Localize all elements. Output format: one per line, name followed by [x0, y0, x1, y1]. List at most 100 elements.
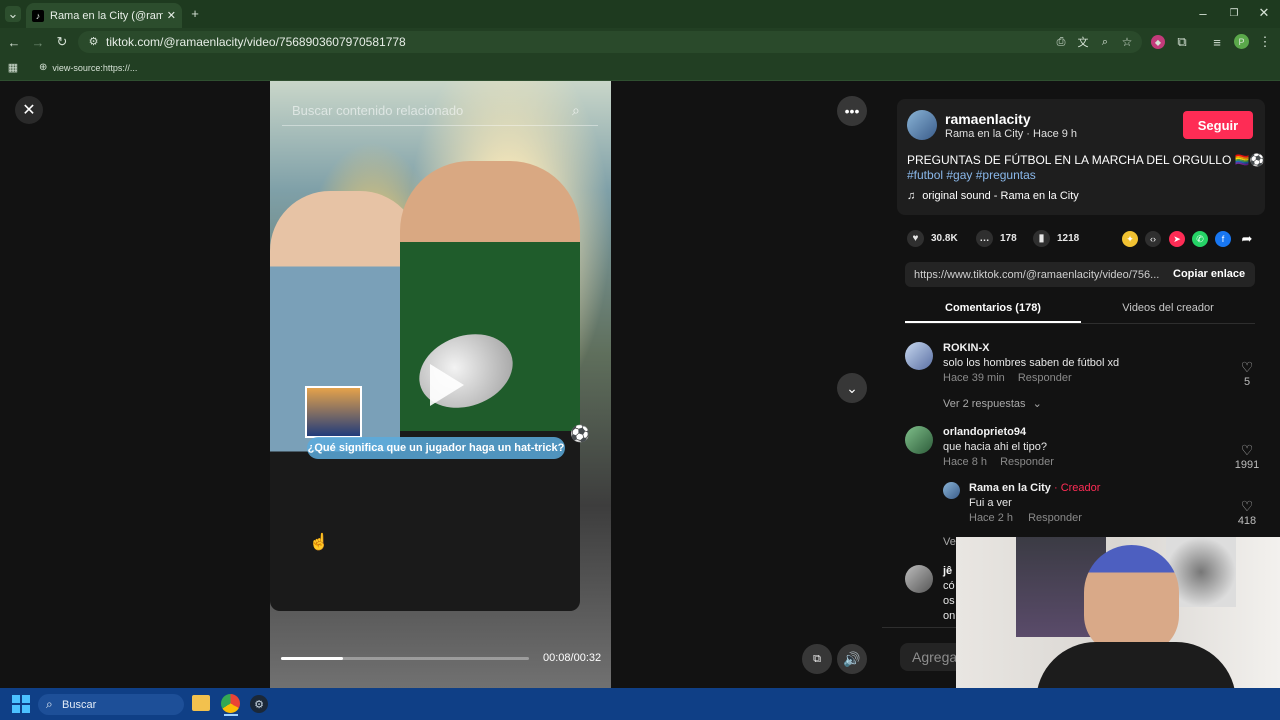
- related-search-input[interactable]: Buscar contenido relacionado ⌕: [282, 96, 598, 126]
- browser-menu-icon[interactable]: ⋮: [1259, 34, 1272, 49]
- post-link-box[interactable]: https://www.tiktok.com/@ramaenlacity/vid…: [905, 262, 1255, 287]
- comment-meta: Hace 39 min Responder: [943, 372, 1223, 384]
- facebook-icon[interactable]: f: [1215, 231, 1231, 247]
- tab-creator-videos[interactable]: Videos del creador: [1081, 302, 1255, 314]
- creator-badge: · Creador: [1053, 482, 1101, 494]
- more-options-button[interactable]: •••: [837, 96, 867, 126]
- tab-title: Rama en la City (@ramaenlacity: [50, 9, 163, 22]
- reading-list-icon[interactable]: ≡: [1210, 35, 1224, 50]
- pip-icon: ⧉: [813, 652, 821, 665]
- extension-icon[interactable]: ◆: [1151, 35, 1165, 49]
- reply-avatar[interactable]: [943, 482, 960, 499]
- add-comment-input[interactable]: Agrega: [900, 643, 960, 671]
- post-description: PREGUNTAS DE FÚTBOL EN LA MARCHA DEL ORG…: [907, 153, 1265, 167]
- share-arrow-icon[interactable]: ➦: [1239, 231, 1255, 247]
- reply-meta: Hace 2 h Responder: [969, 512, 1219, 524]
- heart-outline-icon: ♡: [1240, 359, 1254, 375]
- embed-icon[interactable]: ‹›: [1145, 231, 1161, 247]
- post-link: https://www.tiktok.com/@ramaenlacity/vid…: [914, 268, 1160, 281]
- view-replies-button[interactable]: Ver 2 respuestas ⌄: [943, 397, 1042, 410]
- profile-avatar[interactable]: P: [1234, 34, 1249, 49]
- like-action[interactable]: ♥ 30.8K: [907, 230, 958, 247]
- close-icon: ✕: [22, 102, 36, 119]
- new-tab-icon[interactable]: +: [188, 6, 202, 21]
- video-caption: ¿Qué significa que un jugador haga un ha…: [307, 437, 565, 459]
- streamer-head: [1084, 545, 1179, 655]
- commenter-avatar[interactable]: [905, 565, 933, 593]
- comment-count: 178: [1000, 233, 1017, 244]
- close-video-button[interactable]: ✕: [15, 96, 43, 124]
- minimize-icon[interactable]: –: [1196, 6, 1210, 21]
- author-username[interactable]: ramaenlacity: [945, 111, 1031, 127]
- comment-like-count: 5: [1243, 376, 1251, 388]
- sound-link[interactable]: ♫ original sound - Rama en la City: [907, 190, 1079, 202]
- whatsapp-icon[interactable]: ✆: [1192, 231, 1208, 247]
- windows-start-icon[interactable]: [12, 695, 30, 713]
- chevron-down-icon: ⌄: [1032, 398, 1042, 410]
- bookmark-star-icon[interactable]: ☆: [1120, 35, 1134, 49]
- next-video-button[interactable]: ⌄: [837, 373, 867, 403]
- file-explorer-icon[interactable]: [192, 695, 210, 711]
- chrome-icon[interactable]: [221, 694, 240, 713]
- comment-action[interactable]: … 178: [976, 230, 1017, 247]
- tab-comments[interactable]: Comentarios (178): [905, 302, 1081, 323]
- taskbar-search-label: Buscar: [62, 698, 97, 711]
- heart-outline-icon: ♡: [1240, 442, 1254, 458]
- commenter-avatar[interactable]: [905, 342, 933, 370]
- comment-like[interactable]: ♡ 1991: [1231, 442, 1263, 471]
- reply-author[interactable]: Rama en la City: [969, 482, 1051, 494]
- soccer-ball-icon: ⚽: [570, 426, 590, 443]
- tiktok-icon: ♪: [32, 9, 44, 22]
- comment-author[interactable]: ROKIN-X: [943, 342, 1223, 354]
- volume-icon: 🔊: [843, 650, 861, 667]
- bookmarks-bar: [0, 56, 1280, 81]
- heart-outline-icon: ♡: [1240, 498, 1254, 514]
- bookmark-label: view-source:https://...: [52, 62, 138, 73]
- author-avatar[interactable]: [907, 110, 937, 140]
- comment-item: orlandoprieto94 que hacia ahi el tipo? H…: [943, 426, 1223, 468]
- comment-item: ROKIN-X solo los hombres saben de fútbol…: [943, 342, 1223, 384]
- forward-icon[interactable]: →: [31, 35, 45, 50]
- view-more-replies[interactable]: Ve: [943, 536, 956, 548]
- zoom-icon[interactable]: ⌕: [1098, 35, 1112, 49]
- commenter-avatar[interactable]: [905, 426, 933, 454]
- play-icon[interactable]: [420, 360, 470, 410]
- tab-list-chevron-icon[interactable]: ⌄: [5, 6, 21, 22]
- volume-button[interactable]: 🔊: [837, 644, 867, 674]
- reply-button[interactable]: Responder: [1018, 372, 1072, 384]
- reply-button[interactable]: Responder: [1028, 512, 1082, 524]
- address-bar[interactable]: ⚙ tiktok.com/@ramaenlacity/video/7568903…: [78, 31, 1142, 53]
- active-app-indicator: [224, 714, 238, 716]
- install-app-icon[interactable]: ⎙: [1054, 35, 1068, 49]
- post-hashtags[interactable]: #futbol #gay #preguntas: [907, 168, 1036, 182]
- reply-button[interactable]: Responder: [1000, 456, 1054, 468]
- back-icon[interactable]: ←: [7, 35, 21, 50]
- close-window-icon[interactable]: ✕: [1257, 5, 1271, 20]
- reply-text: Fui a ver: [969, 497, 1012, 509]
- comment-like[interactable]: ♡ 5: [1235, 359, 1259, 388]
- copy-link-button[interactable]: Copiar enlace: [1173, 268, 1245, 280]
- bookmark-item[interactable]: ⊕ view-source:https://...: [39, 62, 137, 73]
- comment-author[interactable]: orlandoprieto94: [943, 426, 1223, 438]
- extensions-puzzle-icon[interactable]: ⧉: [1175, 34, 1189, 49]
- video-progress-fill: [281, 657, 343, 660]
- reply-time: Hace 2 h: [969, 512, 1014, 524]
- steam-icon[interactable]: ⚙: [250, 695, 268, 713]
- reply-like[interactable]: ♡ 418: [1233, 498, 1261, 527]
- site-info-icon[interactable]: ⚙: [87, 35, 100, 48]
- browser-tab[interactable]: ♪ Rama en la City (@ramaenlacity ✕: [26, 3, 182, 28]
- mouse-cursor-icon: ☝: [309, 534, 329, 551]
- send-icon[interactable]: ➤: [1169, 231, 1185, 247]
- save-action[interactable]: ▮ 1218: [1033, 230, 1079, 247]
- search-icon[interactable]: ⌕: [572, 102, 580, 119]
- comment-time: Hace 8 h: [943, 456, 988, 468]
- pip-button[interactable]: ⧉: [802, 644, 832, 674]
- apps-grid-icon[interactable]: ▦: [7, 61, 19, 74]
- follow-button[interactable]: Seguir: [1183, 111, 1253, 139]
- restore-icon[interactable]: ❐: [1227, 6, 1241, 20]
- taskbar-search[interactable]: ⌕ Buscar: [38, 694, 184, 715]
- coin-share-icon[interactable]: ✦: [1122, 231, 1138, 247]
- translate-icon[interactable]: 文: [1076, 35, 1090, 49]
- reload-icon[interactable]: ↻: [55, 34, 69, 49]
- close-tab-icon[interactable]: ✕: [167, 9, 176, 22]
